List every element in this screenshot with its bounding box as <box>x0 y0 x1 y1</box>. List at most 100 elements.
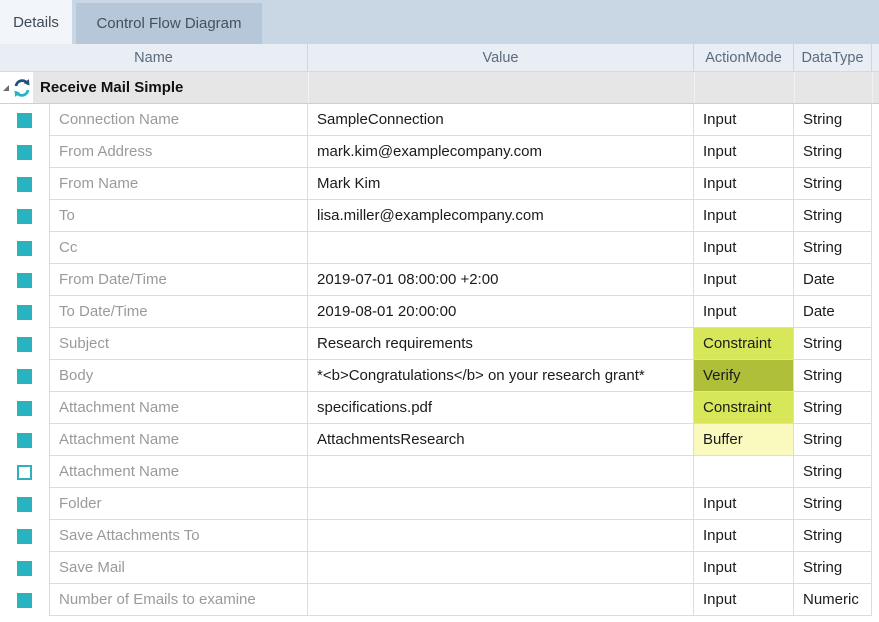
row-checkbox[interactable] <box>17 497 32 512</box>
actionmode-cell[interactable]: Verify <box>694 360 794 392</box>
datatype-cell: String <box>794 456 872 488</box>
row-spacer <box>872 456 879 488</box>
value-cell[interactable] <box>308 456 694 488</box>
table-row[interactable]: To lisa.miller@examplecompany.com Input … <box>0 200 879 232</box>
value-cell[interactable] <box>308 520 694 552</box>
value-cell[interactable]: 2019-07-01 08:00:00 +2:00 <box>308 264 694 296</box>
value-cell[interactable]: specifications.pdf <box>308 392 694 424</box>
tab-control-flow-diagram[interactable]: Control Flow Diagram <box>76 3 262 44</box>
actionmode-cell[interactable] <box>694 456 794 488</box>
row-gutter <box>0 136 50 168</box>
group-row-icon-area <box>0 72 33 103</box>
row-checkbox[interactable] <box>17 113 32 128</box>
name-cell: Body <box>50 360 308 392</box>
table-row[interactable]: From Name Mark Kim Input String <box>0 168 879 200</box>
row-spacer <box>872 520 879 552</box>
actionmode-cell[interactable]: Input <box>694 200 794 232</box>
row-checkbox[interactable] <box>17 337 32 352</box>
row-spacer <box>872 168 879 200</box>
row-checkbox[interactable] <box>17 465 32 480</box>
expander-expanded-icon[interactable] <box>2 84 10 92</box>
datatype-cell: String <box>794 136 872 168</box>
name-cell: To <box>50 200 308 232</box>
actionmode-cell[interactable]: Constraint <box>694 392 794 424</box>
actionmode-cell[interactable]: Input <box>694 584 794 616</box>
value-cell[interactable] <box>308 552 694 584</box>
table-row[interactable]: Cc Input String <box>0 232 879 264</box>
name-cell: Attachment Name <box>50 456 308 488</box>
row-checkbox[interactable] <box>17 433 32 448</box>
actionmode-cell[interactable]: Input <box>694 552 794 584</box>
table-row[interactable]: Attachment Name specifications.pdf Const… <box>0 392 879 424</box>
actionmode-cell[interactable]: Input <box>694 296 794 328</box>
value-cell[interactable]: Research requirements <box>308 328 694 360</box>
row-spacer <box>872 136 879 168</box>
actionmode-cell[interactable]: Buffer <box>694 424 794 456</box>
value-cell[interactable] <box>308 232 694 264</box>
row-checkbox[interactable] <box>17 529 32 544</box>
value-cell[interactable]: Mark Kim <box>308 168 694 200</box>
table-row[interactable]: To Date/Time 2019-08-01 20:00:00 Input D… <box>0 296 879 328</box>
table-row[interactable]: Attachment Name AttachmentsResearch Buff… <box>0 424 879 456</box>
row-gutter <box>0 360 50 392</box>
datatype-cell: String <box>794 232 872 264</box>
row-spacer <box>872 264 879 296</box>
group-row-receive-mail-simple[interactable]: Receive Mail Simple <box>0 72 879 104</box>
datatype-cell: Date <box>794 264 872 296</box>
row-checkbox[interactable] <box>17 145 32 160</box>
row-gutter <box>0 200 50 232</box>
row-checkbox[interactable] <box>17 305 32 320</box>
row-spacer <box>872 488 879 520</box>
table-row[interactable]: Subject Research requirements Constraint… <box>0 328 879 360</box>
row-gutter <box>0 424 50 456</box>
datatype-cell: String <box>794 488 872 520</box>
table-row[interactable]: Folder Input String <box>0 488 879 520</box>
actionmode-cell[interactable]: Constraint <box>694 328 794 360</box>
row-checkbox[interactable] <box>17 241 32 256</box>
row-spacer <box>872 584 879 616</box>
row-gutter <box>0 264 50 296</box>
actionmode-cell[interactable]: Input <box>694 488 794 520</box>
actionmode-cell[interactable]: Input <box>694 232 794 264</box>
value-cell[interactable]: SampleConnection <box>308 104 694 136</box>
details-panel: Details Control Flow Diagram Name Value … <box>0 0 879 622</box>
value-cell[interactable]: lisa.miller@examplecompany.com <box>308 200 694 232</box>
row-checkbox[interactable] <box>17 209 32 224</box>
value-cell[interactable] <box>308 488 694 520</box>
name-cell: From Address <box>50 136 308 168</box>
value-cell[interactable]: mark.kim@examplecompany.com <box>308 136 694 168</box>
name-cell: From Name <box>50 168 308 200</box>
table-row[interactable]: Number of Emails to examine Input Numeri… <box>0 584 879 616</box>
row-checkbox[interactable] <box>17 593 32 608</box>
datatype-cell: String <box>794 392 872 424</box>
value-cell[interactable]: *<b>Congratulations</b> on your research… <box>308 360 694 392</box>
table-row[interactable]: Save Mail Input String <box>0 552 879 584</box>
value-cell[interactable] <box>308 584 694 616</box>
row-checkbox[interactable] <box>17 369 32 384</box>
group-row-title-label: Receive Mail Simple <box>40 79 183 96</box>
row-checkbox[interactable] <box>17 561 32 576</box>
actionmode-cell[interactable]: Input <box>694 136 794 168</box>
actionmode-cell[interactable]: Input <box>694 104 794 136</box>
column-header-spacer <box>872 44 879 71</box>
value-cell[interactable]: 2019-08-01 20:00:00 <box>308 296 694 328</box>
rows-container: Connection Name SampleConnection Input S… <box>0 104 879 616</box>
table-row[interactable]: Save Attachments To Input String <box>0 520 879 552</box>
row-spacer <box>872 392 879 424</box>
tab-details[interactable]: Details <box>0 0 72 44</box>
row-checkbox[interactable] <box>17 401 32 416</box>
table-row[interactable]: Attachment Name String <box>0 456 879 488</box>
row-gutter <box>0 520 50 552</box>
table-row[interactable]: Connection Name SampleConnection Input S… <box>0 104 879 136</box>
row-checkbox[interactable] <box>17 273 32 288</box>
value-cell[interactable]: AttachmentsResearch <box>308 424 694 456</box>
name-cell: Attachment Name <box>50 424 308 456</box>
actionmode-cell[interactable]: Input <box>694 168 794 200</box>
table-row[interactable]: From Date/Time 2019-07-01 08:00:00 +2:00… <box>0 264 879 296</box>
table-row[interactable]: Body *<b>Congratulations</b> on your res… <box>0 360 879 392</box>
actionmode-cell[interactable]: Input <box>694 264 794 296</box>
table-row[interactable]: From Address mark.kim@examplecompany.com… <box>0 136 879 168</box>
actionmode-cell[interactable]: Input <box>694 520 794 552</box>
row-checkbox[interactable] <box>17 177 32 192</box>
row-spacer <box>872 104 879 136</box>
